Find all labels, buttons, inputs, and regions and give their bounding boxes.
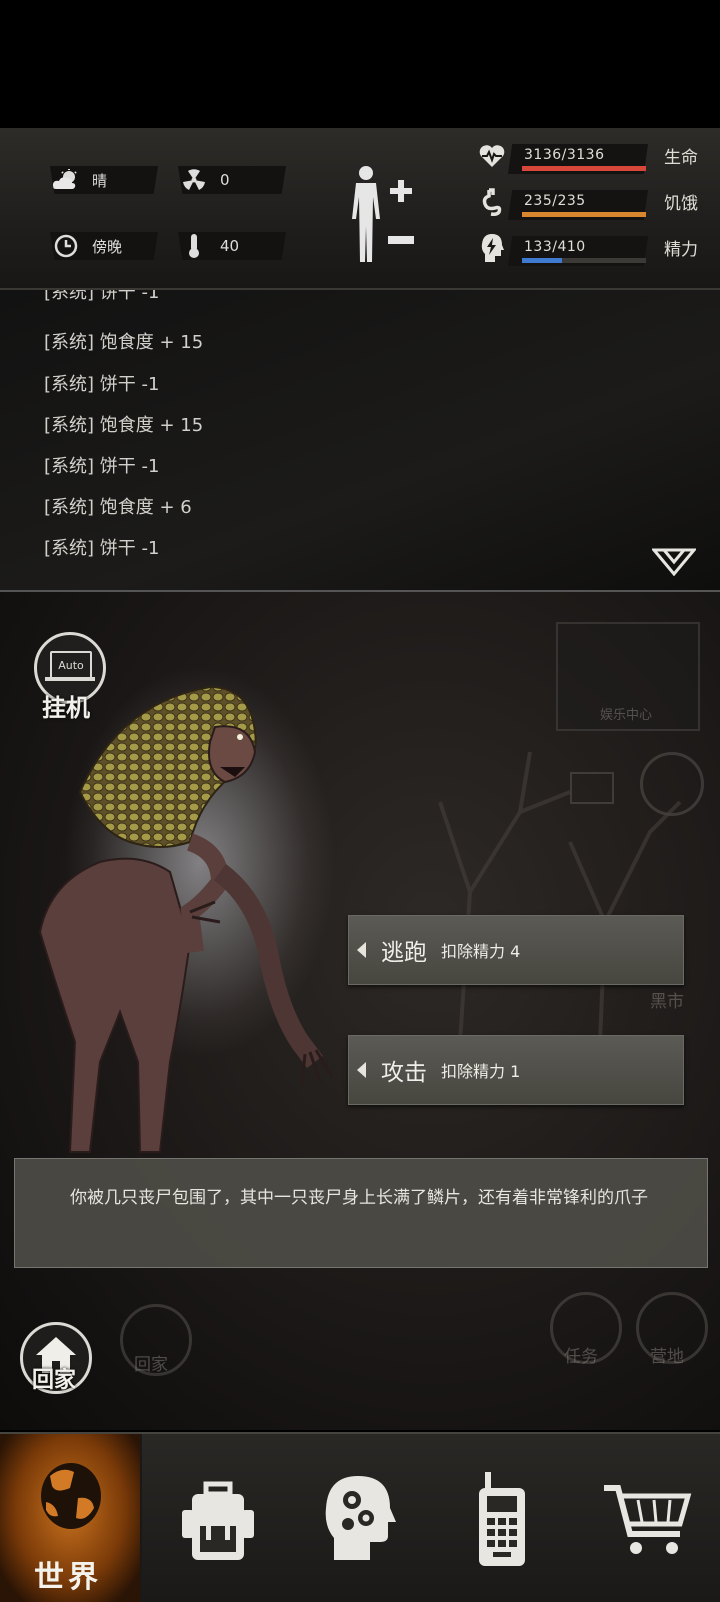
head-lightning-icon: [478, 230, 506, 266]
health-fill: [522, 166, 646, 171]
minus-icon[interactable]: [388, 236, 414, 244]
clock-icon: [50, 234, 82, 258]
scaly-zombie-image: [38, 685, 334, 1153]
status-panel: 晴 0 傍晚 40 3136/3136 生命 235/235 饥饿 133/41…: [0, 128, 720, 290]
weather-sun-cloud-icon: [50, 169, 82, 191]
log-line: [系统] 饱食度 + 6: [44, 497, 192, 518]
heart-pulse-icon: [478, 138, 506, 174]
radiation-icon: [178, 169, 210, 191]
attack-button[interactable]: 攻击 扣除精力 1: [348, 1035, 684, 1105]
radiation-chip: 0: [178, 166, 286, 194]
energy-fill: [522, 258, 563, 263]
triangle-left-icon: [357, 1062, 366, 1078]
log-line: [系统] 饼干 -1: [44, 538, 160, 559]
temperature-value: 40: [220, 237, 240, 255]
log-line: [系统] 饼干 -1: [44, 456, 160, 477]
nav-shop-tab[interactable]: [578, 1434, 718, 1602]
nav-world-label: 世界: [34, 1560, 102, 1595]
encounter-message-box: 你被几只丧尸包围了，其中一只丧尸身上长满了鳞片，还有着非常锋利的爪子: [14, 1158, 708, 1268]
backpack-icon: [182, 1481, 254, 1560]
nav-radio-tab[interactable]: [432, 1434, 572, 1602]
flee-cost: 扣除精力 4: [441, 942, 521, 961]
encounter-scene: 娱乐中心 黑市 Auto 挂机 逃跑 扣除精力 4 攻击 扣除精力 1 回家 任…: [0, 592, 720, 1430]
energy-label: 精力: [664, 240, 698, 260]
energy-value: 133/410: [524, 239, 586, 255]
weather-text: 晴: [92, 171, 108, 190]
thermometer-icon: [178, 233, 210, 259]
radio-icon: [479, 1472, 525, 1566]
stomach-icon: [478, 184, 506, 220]
nav-world-tab[interactable]: 世界: [0, 1434, 142, 1602]
health-bar: 3136/3136 生命: [478, 138, 713, 178]
bottom-navigation: 世界: [0, 1432, 720, 1602]
log-line: [系统] 饼干 -1: [44, 374, 160, 395]
cart-icon: [604, 1485, 692, 1554]
laptop-icon: Auto: [50, 651, 92, 679]
weather-chip: 晴: [50, 166, 158, 194]
plus-icon[interactable]: [388, 178, 414, 204]
flee-button[interactable]: 逃跑 扣除精力 4: [348, 915, 684, 985]
expand-log-chevron-icon[interactable]: [650, 548, 698, 577]
time-of-day-text: 傍晚: [92, 237, 123, 256]
nav-backpack-tab[interactable]: [148, 1434, 288, 1602]
health-label: 生命: [664, 148, 698, 168]
idle-label: 挂机: [42, 694, 90, 722]
attack-cost: 扣除精力 1: [441, 1062, 521, 1081]
hunger-label: 饥饿: [664, 194, 698, 214]
temperature-chip: 40: [178, 232, 286, 260]
time-chip: 傍晚: [50, 232, 158, 260]
flee-label: 逃跑: [381, 940, 427, 966]
hunger-bar: 235/235 饥饿: [478, 184, 713, 224]
body-status-icon[interactable]: [346, 164, 386, 264]
globe-icon: [41, 1463, 101, 1529]
radiation-value: 0: [220, 171, 230, 189]
nav-skills-tab[interactable]: [290, 1434, 430, 1602]
log-line: [系统] 饱食度 + 15: [44, 415, 204, 436]
log-line: [系统] 饱食度 + 15: [44, 332, 204, 353]
log-line: [系统] 饼干 -1: [44, 290, 160, 303]
home-label: 回家: [32, 1368, 77, 1393]
message-log[interactable]: [系统] 饼干 -1 [系统] 饱食度 + 15 [系统] 饼干 -1 [系统]…: [0, 290, 720, 592]
hunger-value: 235/235: [524, 193, 586, 209]
health-value: 3136/3136: [524, 147, 605, 163]
triangle-left-icon: [357, 942, 366, 958]
hunger-fill: [522, 212, 646, 217]
dead-trees-background: [438, 751, 682, 1042]
encounter-message: 你被几只丧尸包围了，其中一只丧尸身上长满了鳞片，还有着非常锋利的爪子: [70, 1188, 648, 1208]
attack-label: 攻击: [381, 1060, 427, 1086]
brain-skills-icon: [325, 1476, 396, 1560]
energy-bar: 133/410 精力: [478, 230, 713, 270]
